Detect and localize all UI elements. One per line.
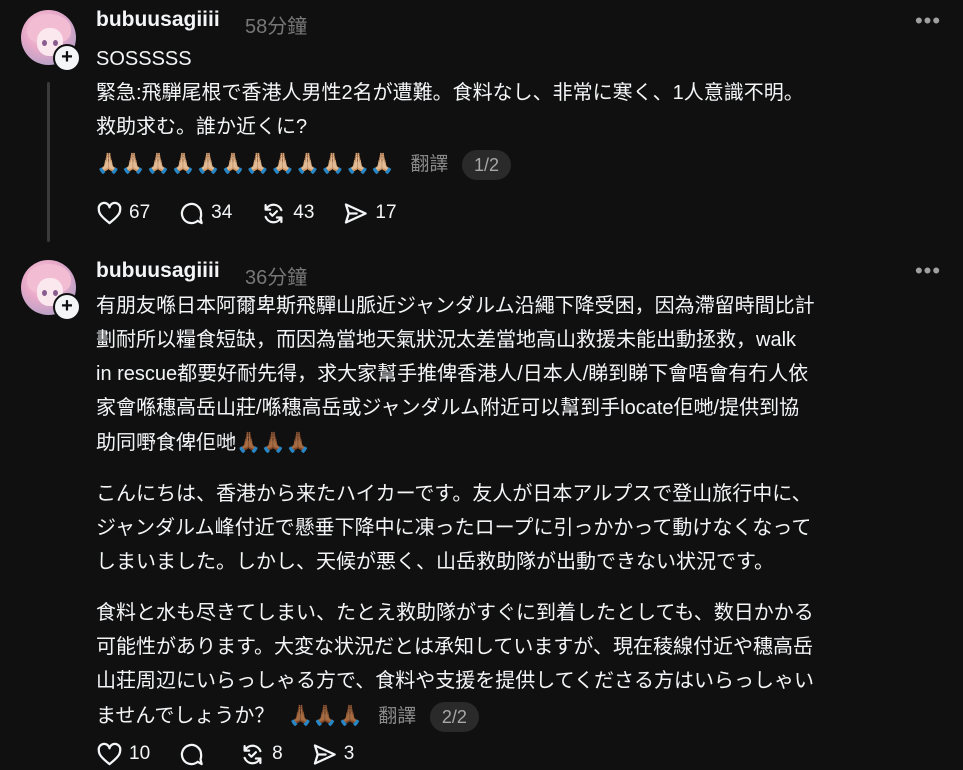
follow-plus-icon[interactable]: + bbox=[53, 44, 81, 72]
timestamp[interactable]: 36分鐘 bbox=[245, 261, 307, 290]
share-count: 3 bbox=[343, 743, 355, 764]
translate-link[interactable]: 翻譯 bbox=[378, 706, 416, 727]
page-indicator[interactable]: 1/2 bbox=[461, 149, 511, 180]
repost-count: 8 bbox=[272, 743, 283, 764]
post-line: 有朋友喺日本阿爾卑斯飛驒山脈近ジャンダルム沿繩下降受困，因為滯留時間比計 bbox=[96, 295, 815, 317]
heart-icon bbox=[97, 201, 122, 224]
post-2: + bubuusagiiii 36分鐘 ••• 有朋友喺日本阿爾卑斯飛驒山脈近ジ… bbox=[0, 252, 963, 770]
post-body: SOSSSSS 緊急:飛騨尾根で香港人男性2名が遭難。食料なし、非常に寒く、1人… bbox=[96, 42, 946, 182]
post-line: 救助求む。誰か近くに? bbox=[96, 116, 308, 138]
post-line: ませんでしょうか？ 🙏🏾🙏🏾🙏🏾 翻譯 2/2 bbox=[96, 698, 946, 734]
more-icon[interactable]: ••• bbox=[912, 260, 944, 286]
more-icon[interactable]: ••• bbox=[912, 10, 944, 36]
username[interactable]: bubuusagiiii bbox=[96, 259, 220, 283]
post-line: 緊急:飛騨尾根で香港人男性2名が遭難。食料なし、非常に寒く、1人意識不明。 bbox=[96, 82, 804, 104]
action-bar: 67 34 43 17 bbox=[96, 198, 425, 228]
thread-line bbox=[47, 82, 50, 242]
praying-hands-emoji: 🙏🏾🙏🏾🙏🏾 bbox=[287, 703, 363, 727]
comment-count: 34 bbox=[211, 202, 233, 223]
repost-button[interactable]: 8 bbox=[239, 741, 283, 768]
post-line: 食料と水も尽きてしまい、たとえ救助隊がすぐに到着したとしても、数日かかる bbox=[96, 602, 814, 624]
post-body: 有朋友喺日本阿爾卑斯飛驒山脈近ジャンダルム沿繩下降受困，因為滯留時間比計 劃耐所… bbox=[96, 289, 946, 734]
post-line: 山荘周辺にいらっしゃる方で、食料や支援を提供してくださる方はいらっしゃい bbox=[96, 670, 814, 692]
post-line: 助同嘢食俾佢哋🙏🏾🙏🏾🙏🏾 bbox=[96, 425, 946, 460]
page-indicator[interactable]: 2/2 bbox=[429, 701, 479, 732]
like-button[interactable]: 10 bbox=[96, 741, 150, 768]
emoji-line: 🙏🏼🙏🏼🙏🏼🙏🏼🙏🏼🙏🏼🙏🏼🙏🏼🙏🏼🙏🏼🙏🏼🙏🏼 翻譯 1/2 bbox=[96, 146, 946, 182]
repost-icon bbox=[264, 203, 283, 223]
comment-icon bbox=[180, 202, 203, 224]
comment-button[interactable]: 34 bbox=[178, 200, 232, 227]
post-line-text: 助同嘢食俾佢哋 bbox=[96, 432, 236, 454]
post-line: in rescue都要好耐先得，求大家幫手推俾香港人/日本人/睇到睇下會唔會有冇… bbox=[96, 363, 809, 385]
like-count: 67 bbox=[129, 202, 151, 223]
post-line: SOSSSSS bbox=[96, 48, 192, 70]
repost-button[interactable]: 43 bbox=[260, 200, 314, 227]
share-icon bbox=[345, 202, 368, 224]
share-button[interactable]: 3 bbox=[311, 741, 355, 768]
post-line: しまいました。しかし、天候が悪く、山岳救助隊が出動できない状況です。 bbox=[96, 551, 774, 573]
comment-icon bbox=[180, 743, 203, 765]
share-icon bbox=[313, 743, 336, 765]
post-line: 劃耐所以糧食短缺，而因為當地天氣狀況太差當地高山救援未能出動拯救，walk bbox=[96, 329, 797, 351]
praying-hands-emoji: 🙏🏾🙏🏾🙏🏾 bbox=[236, 430, 311, 454]
action-bar: 10 8 3 bbox=[96, 739, 382, 769]
post-line: こんにちは、香港から来たハイカーです。友人が日本アルプスで登山旅行中に、 bbox=[96, 483, 812, 505]
post-line: ジャンダルム峰付近で懸垂下降中に凍ったロープに引っかかって動けなくなって bbox=[96, 517, 812, 539]
comment-button[interactable] bbox=[178, 741, 211, 768]
repost-count: 43 bbox=[293, 202, 315, 223]
post-line: 可能性があります。大変な状況だとは承知していますが、現在稜線付近や穗高岳 bbox=[96, 636, 813, 658]
post-line: 家會喺穗高岳山莊/喺穗高岳或ジャンダルム附近可以幫到手locate佢哋/提供到協 bbox=[96, 397, 800, 419]
follow-plus-icon[interactable]: + bbox=[53, 293, 81, 321]
timestamp[interactable]: 58分鐘 bbox=[245, 10, 307, 39]
praying-hands-emoji: 🙏🏼🙏🏼🙏🏼🙏🏼🙏🏼🙏🏼🙏🏼🙏🏼🙏🏼🙏🏼🙏🏼🙏🏼 bbox=[96, 151, 395, 175]
heart-icon bbox=[97, 742, 122, 765]
username[interactable]: bubuusagiiii bbox=[96, 8, 220, 32]
translate-link[interactable]: 翻譯 bbox=[410, 154, 448, 175]
repost-icon bbox=[243, 744, 262, 764]
post-1: + bubuusagiiii 58分鐘 ••• SOSSSSS 緊急:飛騨尾根で… bbox=[0, 0, 963, 252]
like-count: 10 bbox=[129, 743, 151, 764]
share-count: 17 bbox=[375, 202, 397, 223]
post-line-text: ませんでしょうか？ bbox=[96, 705, 275, 727]
like-button[interactable]: 67 bbox=[96, 200, 150, 227]
share-button[interactable]: 17 bbox=[342, 200, 397, 227]
